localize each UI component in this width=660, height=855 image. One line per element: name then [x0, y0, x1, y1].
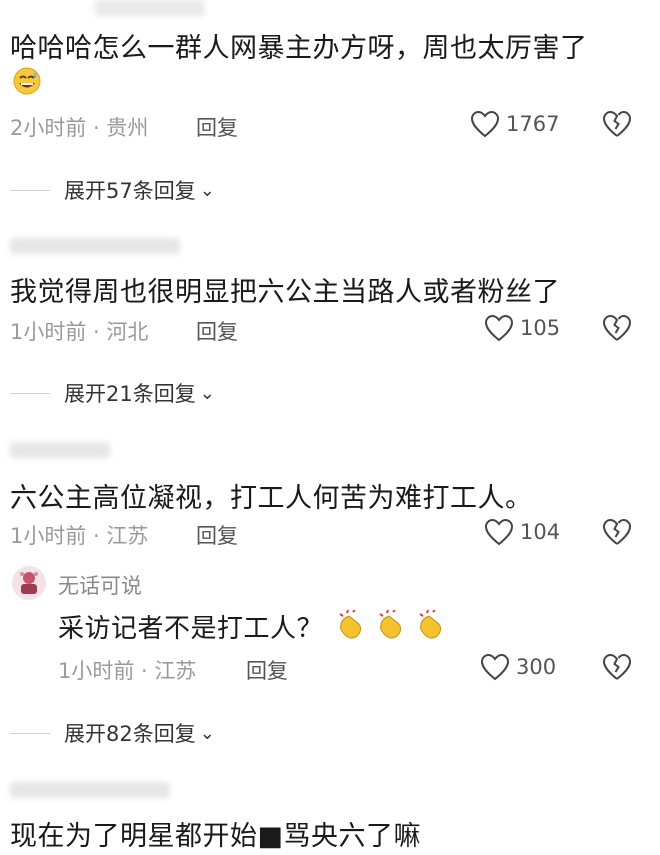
reply-time-location: 1小时前 · 江苏	[58, 659, 197, 683]
reply-button[interactable]: 回复	[196, 520, 238, 550]
comment-time-location: 1小时前 · 河北	[10, 320, 149, 344]
comment-text: 我觉得周也很明显把六公主当路人或者粉丝了	[10, 277, 560, 308]
reply-button[interactable]: 回复	[196, 112, 238, 142]
like-button[interactable]: 104	[484, 518, 560, 546]
dislike-button[interactable]	[602, 314, 632, 346]
comment-time-location: 1小时前 · 江苏	[10, 524, 149, 548]
comment-location: 贵州	[106, 116, 149, 140]
divider	[10, 189, 50, 191]
expand-label: 展开82条回复	[64, 722, 196, 746]
comment-text: 六公主高位凝视，打工人何苦为难打工人。	[10, 483, 533, 514]
expand-replies-button[interactable]: 展开57条回复 ⌄	[10, 175, 215, 205]
comment-author-blurred	[10, 238, 180, 254]
chevron-down-icon: ⌄	[199, 722, 215, 744]
broken-heart-icon	[602, 314, 632, 341]
broken-heart-icon	[602, 110, 632, 137]
like-button[interactable]: 300	[480, 653, 556, 681]
reply-text-row: 采访记者不是打工人？	[58, 608, 449, 645]
comment-time: 1小时前	[10, 524, 87, 548]
expand-replies-button[interactable]: 展开82条回复 ⌄	[10, 718, 215, 748]
broken-heart-icon	[602, 518, 632, 545]
reply-time: 1小时前	[58, 659, 135, 683]
divider	[10, 732, 50, 734]
comment-location: 河北	[106, 320, 149, 344]
comment-author-blurred	[10, 782, 170, 798]
comment-text: 现在为了明星都开始■骂央六了嘛	[10, 821, 422, 852]
dislike-button[interactable]	[602, 518, 632, 550]
expand-replies-button[interactable]: 展开21条回复 ⌄	[10, 378, 215, 408]
expand-label: 展开21条回复	[64, 382, 196, 406]
comment-text: 哈哈哈怎么一群人网暴主办方呀，周也太厉害了	[10, 33, 588, 64]
clapping-hands-emoji	[335, 609, 449, 644]
heart-icon	[484, 314, 514, 342]
like-button[interactable]: 1767	[470, 110, 559, 138]
reply-text: 采访记者不是打工人？	[58, 614, 324, 644]
comment-time: 1小时前	[10, 320, 87, 344]
comment-author-blurred	[10, 442, 110, 458]
heart-icon	[470, 110, 500, 138]
expand-label: 展开57条回复	[64, 179, 196, 203]
avatar[interactable]	[12, 566, 46, 600]
comment-location: 江苏	[106, 524, 149, 548]
reply-location: 江苏	[154, 659, 197, 683]
broken-heart-icon	[602, 653, 632, 680]
chevron-down-icon: ⌄	[199, 382, 215, 404]
like-count: 1767	[506, 112, 560, 136]
reply-button[interactable]: 回复	[246, 655, 288, 685]
comment-author-blurred	[95, 0, 205, 16]
reply-author[interactable]: 无话可说	[58, 570, 142, 600]
chevron-down-icon: ⌄	[199, 179, 215, 201]
like-count: 300	[516, 655, 557, 679]
heart-icon	[484, 518, 514, 546]
like-button[interactable]: 105	[484, 314, 560, 342]
comment-time: 2小时前	[10, 116, 87, 140]
heart-icon	[480, 653, 510, 681]
dislike-button[interactable]	[602, 110, 632, 142]
grinning-sweat-emoji	[12, 66, 42, 100]
reply-button[interactable]: 回复	[196, 316, 238, 346]
like-count: 104	[520, 520, 561, 544]
comment-time-location: 2小时前 · 贵州	[10, 116, 149, 140]
dislike-button[interactable]	[602, 653, 632, 685]
like-count: 105	[520, 316, 561, 340]
divider	[10, 392, 50, 394]
